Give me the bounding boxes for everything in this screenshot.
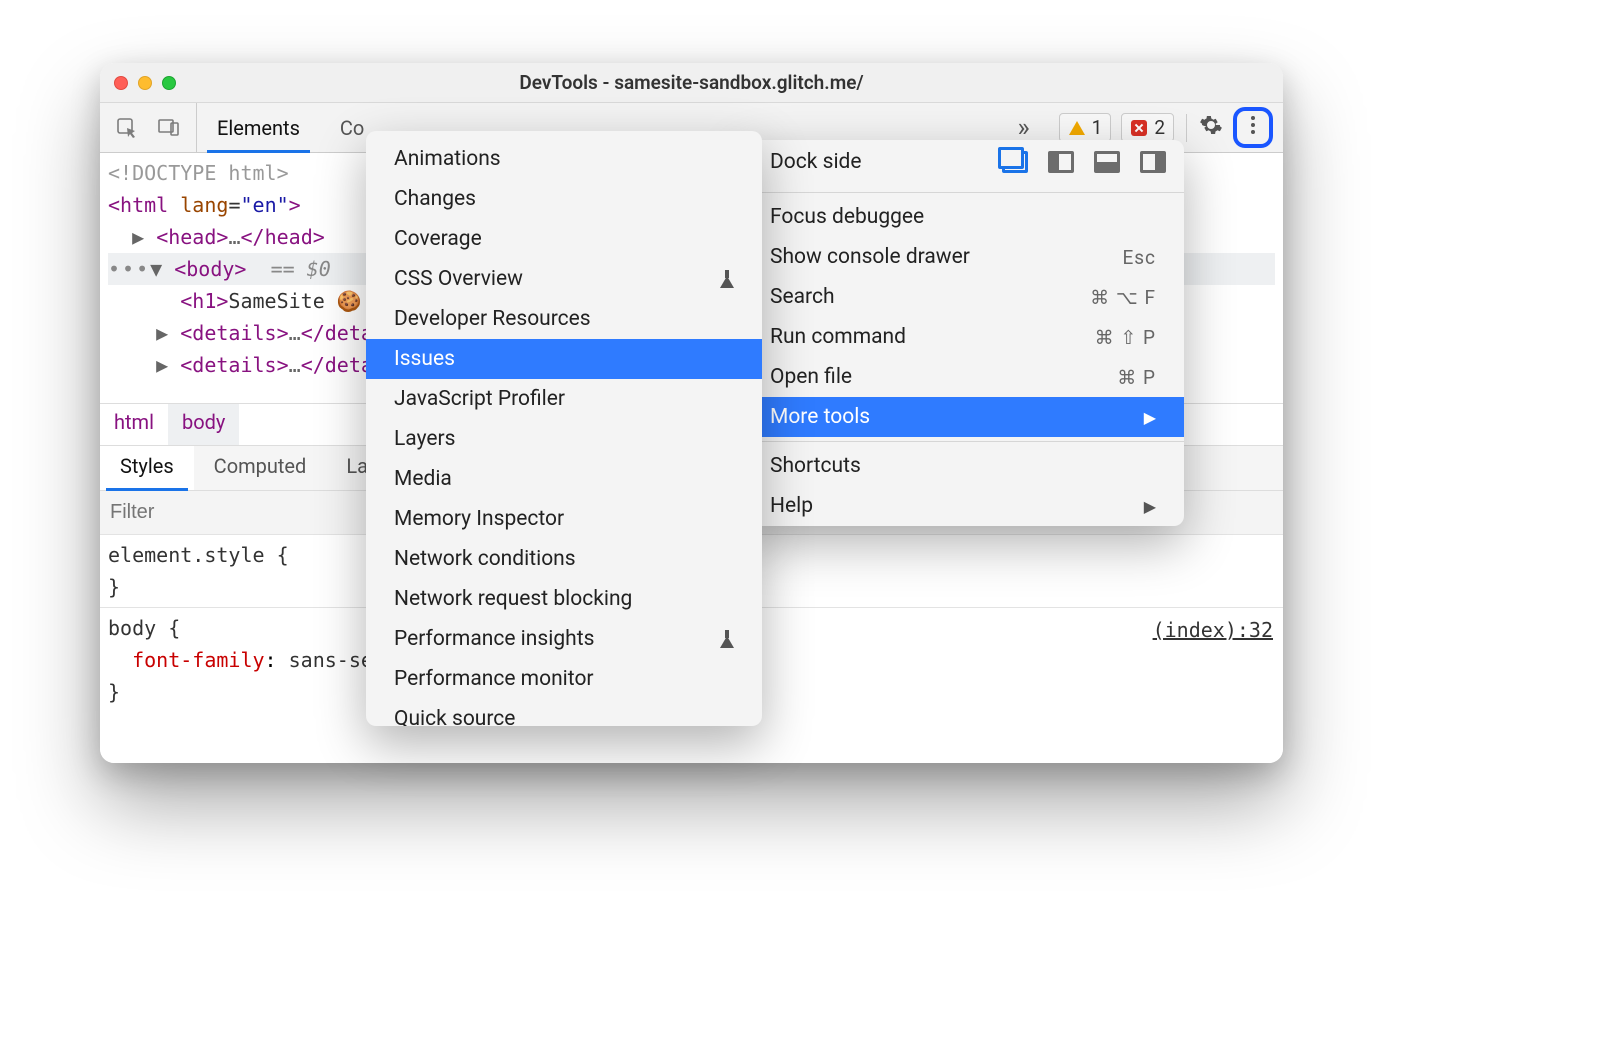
subtab-styles[interactable]: Styles	[100, 446, 194, 490]
menu-show-console-drawer[interactable]: Show console drawerEsc	[742, 237, 1184, 277]
tab-label: Elements	[217, 116, 300, 140]
dock-undock-icon[interactable]	[1002, 151, 1028, 173]
source-link[interactable]: (index):32	[1153, 614, 1273, 646]
submenu-network-conditions[interactable]: Network conditions	[366, 539, 762, 579]
dock-side-label: Dock side	[770, 150, 862, 174]
main-menu: Dock side Focus debuggee Show console dr…	[742, 140, 1184, 526]
submenu-quick-source[interactable]: Quick source	[366, 699, 762, 726]
submenu-arrow-icon: ▶	[1144, 497, 1156, 516]
crumb-body[interactable]: body	[168, 404, 239, 445]
menu-search[interactable]: Search⌘ ⌥ F	[742, 277, 1184, 317]
menu-separator	[742, 192, 1184, 193]
dock-side-options	[1002, 151, 1166, 173]
settings-button[interactable]	[1199, 113, 1223, 142]
device-toolbar-icon[interactable]	[156, 115, 182, 141]
inspect-element-icon[interactable]	[114, 115, 140, 141]
titlebar: DevTools - samesite-sandbox.glitch.me/	[100, 63, 1283, 103]
menu-more-tools[interactable]: More tools▶	[742, 397, 1184, 437]
expand-toggle-icon[interactable]: ▶	[156, 321, 168, 345]
errors-badge[interactable]: 2	[1121, 113, 1174, 142]
submenu-network-request-blocking[interactable]: Network request blocking	[366, 579, 762, 619]
warnings-badge[interactable]: 1	[1059, 113, 1112, 142]
submenu-layers[interactable]: Layers	[366, 419, 762, 459]
close-window-button[interactable]	[114, 76, 128, 90]
separator	[1186, 114, 1187, 142]
tabs-overflow-button[interactable]: »	[999, 113, 1049, 143]
menu-shortcuts[interactable]: Shortcuts	[742, 446, 1184, 486]
submenu-css-overview[interactable]: CSS Overview	[366, 259, 762, 299]
submenu-performance-insights[interactable]: Performance insights	[366, 619, 762, 659]
zoom-window-button[interactable]	[162, 76, 176, 90]
submenu-coverage[interactable]: Coverage	[366, 219, 762, 259]
menu-separator	[742, 441, 1184, 442]
submenu-issues[interactable]: Issues	[366, 339, 762, 379]
submenu-developer-resources[interactable]: Developer Resources	[366, 299, 762, 339]
dock-bottom-icon[interactable]	[1094, 151, 1120, 173]
more-tools-submenu: Animations Changes Coverage CSS Overview…	[366, 131, 762, 726]
menu-focus-debuggee[interactable]: Focus debuggee	[742, 197, 1184, 237]
experiment-flask-icon	[720, 270, 734, 288]
submenu-media[interactable]: Media	[366, 459, 762, 499]
crumb-html[interactable]: html	[100, 404, 168, 445]
panel-tabs: Elements Co	[197, 103, 384, 152]
submenu-animations[interactable]: Animations	[366, 139, 762, 179]
error-icon	[1130, 119, 1148, 137]
window-title: DevTools - samesite-sandbox.glitch.me/	[100, 71, 1283, 94]
submenu-memory-inspector[interactable]: Memory Inspector	[366, 499, 762, 539]
experiment-flask-icon	[720, 630, 734, 648]
submenu-javascript-profiler[interactable]: JavaScript Profiler	[366, 379, 762, 419]
menu-help[interactable]: Help▶	[742, 486, 1184, 526]
dock-right-icon[interactable]	[1140, 151, 1166, 173]
menu-run-command[interactable]: Run command⌘ ⇧ P	[742, 317, 1184, 357]
warning-icon	[1068, 119, 1086, 137]
dock-side-row: Dock side	[742, 140, 1184, 188]
minimize-window-button[interactable]	[138, 76, 152, 90]
errors-count: 2	[1154, 116, 1165, 139]
submenu-changes[interactable]: Changes	[366, 179, 762, 219]
tab-label: Co	[340, 116, 364, 140]
window-controls	[114, 76, 176, 90]
subtab-computed[interactable]: Computed	[194, 446, 327, 490]
main-menu-button[interactable]	[1241, 113, 1265, 142]
dock-left-icon[interactable]	[1048, 151, 1074, 173]
submenu-performance-monitor[interactable]: Performance monitor	[366, 659, 762, 699]
tab-elements[interactable]: Elements	[197, 103, 320, 152]
submenu-arrow-icon: ▶	[1144, 408, 1156, 427]
menu-open-file[interactable]: Open file⌘ P	[742, 357, 1184, 397]
main-menu-highlight	[1233, 107, 1273, 148]
warnings-count: 1	[1092, 116, 1103, 139]
expand-toggle-icon[interactable]: ▶	[156, 353, 168, 377]
expand-toggle-icon[interactable]: ▶	[132, 225, 144, 249]
expand-toggle-icon[interactable]: ▼	[150, 257, 162, 281]
